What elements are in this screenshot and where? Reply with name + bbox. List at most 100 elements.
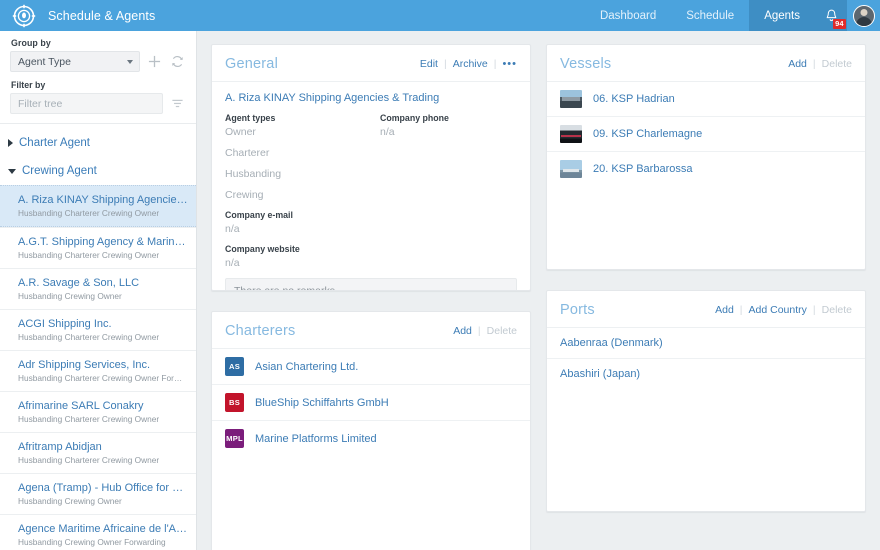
sidebar-item-agent[interactable]: A.G.T. Shipping Agency & Marine Se... Hu… (0, 227, 196, 268)
action-separator: | (443, 58, 447, 70)
card-title: General (225, 56, 278, 72)
sidebar-controls: Group by Agent Type Filter by Filter tre… (0, 31, 196, 124)
company-website-block: Company website n/a (225, 244, 517, 269)
nav-item-dashboard[interactable]: Dashboard (585, 0, 671, 31)
edit-button[interactable]: Edit (420, 58, 438, 70)
notifications-button[interactable]: 94 (815, 0, 847, 31)
list-item[interactable]: MPL Marine Platforms Limited (212, 421, 530, 456)
remarks-box[interactable]: There are no remarks. (225, 278, 517, 290)
main-nav: Dashboard Schedule Agents 94 (585, 0, 880, 31)
list-item[interactable]: BS BlueShip Schiffahrts GmbH (212, 385, 530, 421)
add-port-button[interactable]: Add (715, 304, 734, 316)
sidebar-item-agent[interactable]: Adr Shipping Services, Inc. Husbanding C… (0, 350, 196, 391)
sidebar-item-agent[interactable]: Afrimarine SARL Conakry Husbanding Chart… (0, 391, 196, 432)
delete-port-button[interactable]: Delete (822, 304, 852, 316)
list-item-roles: Husbanding Charterer Crewing Owner (18, 250, 160, 260)
vessels-card-actions: Add | Delete (788, 58, 852, 70)
charterer-initials-badge: AS (225, 357, 244, 376)
vessels-card: Vessels Add | Delete 06. KSP Hadrian 09.… (546, 44, 866, 270)
list-item[interactable]: Aabenraa (Denmark) (547, 328, 865, 359)
agent-type-value: Crewing (225, 189, 264, 201)
nav-item-schedule[interactable]: Schedule (671, 0, 749, 31)
add-charterer-button[interactable]: Add (453, 325, 472, 337)
action-separator: | (812, 304, 816, 316)
app-header: Schedule & Agents Dashboard Schedule Age… (0, 0, 880, 31)
funnel-icon[interactable] (168, 94, 186, 114)
sidebar-item-agent[interactable]: A. Riza KINAY Shipping Agencies & ... Hu… (0, 185, 196, 227)
triangle-right-icon (8, 139, 13, 147)
list-item-roles: Husbanding Crewing Owner (18, 496, 122, 506)
delete-charterer-button[interactable]: Delete (487, 325, 517, 337)
company-name[interactable]: A. Riza KINAY Shipping Agencies & Tradin… (225, 92, 517, 104)
list-item-name: Afrimarine SARL Conakry (18, 400, 144, 412)
delete-vessel-button[interactable]: Delete (822, 58, 852, 70)
tree-group-label: Crewing Agent (22, 165, 97, 177)
vessel-thumbnail-icon (560, 160, 582, 178)
list-item-roles: Husbanding Charterer Crewing Owner (18, 455, 160, 465)
vessels-list-empty-space (547, 186, 865, 269)
vessels-list: 06. KSP Hadrian 09. KSP Charlemagne 20. … (547, 82, 865, 186)
ports-list-empty-space (547, 389, 865, 511)
list-item-label: 06. KSP Hadrian (593, 93, 675, 105)
tree-group-charter-agent[interactable]: Charter Agent (0, 129, 196, 157)
charterer-initials-badge: MPL (225, 429, 244, 448)
avatar-body (855, 16, 872, 26)
refresh-icon[interactable] (168, 52, 186, 72)
company-website-value: n/a (225, 257, 240, 269)
plus-icon[interactable] (145, 52, 163, 72)
list-item-name: A.R. Savage & Son, LLC (18, 277, 140, 289)
company-phone-label: Company phone (380, 113, 449, 123)
sidebar-item-agent[interactable]: Agena (Tramp) - Hub Office for Mor... Hu… (0, 473, 196, 514)
user-avatar[interactable] (847, 0, 880, 31)
list-item[interactable]: 06. KSP Hadrian (547, 82, 865, 117)
list-item-name: A.G.T. Shipping Agency & Marine Se... (18, 236, 188, 248)
list-item[interactable]: AS Asian Chartering Ltd. (212, 349, 530, 385)
agent-types-block: Agent types Owner Charterer Husbanding C… (225, 113, 380, 210)
vessel-thumbnail-icon (560, 125, 582, 143)
list-item-label: Asian Chartering Ltd. (255, 360, 359, 373)
action-separator: | (493, 58, 497, 70)
sidebar: Group by Agent Type Filter by Filter tre… (0, 31, 197, 550)
group-by-value: Agent Type (18, 55, 71, 68)
list-item-label: BlueShip Schiffahrts GmbH (255, 396, 389, 409)
agent-type-value: Charterer (225, 147, 270, 159)
add-vessel-button[interactable]: Add (788, 58, 807, 70)
list-item[interactable]: 09. KSP Charlemagne (547, 117, 865, 152)
list-item-roles: Husbanding Crewing Owner (18, 291, 122, 301)
list-item-name: Adr Shipping Services, Inc. (18, 359, 151, 371)
list-item[interactable]: 20. KSP Barbarossa (547, 152, 865, 186)
charterers-card: Charterers Add | Delete AS Asian Charter… (211, 311, 531, 550)
agent-tree: Charter Agent Crewing Agent A. Riza KINA… (0, 124, 196, 550)
sidebar-item-agent[interactable]: Afritramp Abidjan Husbanding Charterer C… (0, 432, 196, 473)
add-country-button[interactable]: Add Country (749, 304, 807, 316)
sidebar-item-agent[interactable]: A.R. Savage & Son, LLC Husbanding Crewin… (0, 268, 196, 309)
card-title: Charterers (225, 323, 296, 339)
charterers-list-empty-space (212, 456, 530, 550)
list-item-name: Agena (Tramp) - Hub Office for Mor... (18, 482, 188, 494)
sidebar-item-agent[interactable]: ACGI Shipping Inc. Husbanding Charterer … (0, 309, 196, 350)
group-by-select[interactable]: Agent Type (10, 51, 140, 72)
list-item-label: Marine Platforms Limited (255, 432, 377, 445)
more-options-button[interactable]: ••• (502, 58, 517, 70)
ship-wheel-compass-icon[interactable] (8, 0, 39, 31)
ports-card-header: Ports Add | Add Country | Delete (547, 291, 865, 328)
sidebar-item-agent[interactable]: Agence Maritime Africaine de l'Atla... H… (0, 514, 196, 550)
filter-tree-input[interactable] (10, 93, 163, 114)
page-title: Schedule & Agents (48, 8, 156, 23)
notification-badge: 94 (832, 18, 846, 29)
list-item-name: Agence Maritime Africaine de l'Atla... (18, 523, 188, 535)
tree-group-crewing-agent[interactable]: Crewing Agent (0, 157, 196, 185)
charterer-initials-badge: BS (225, 393, 244, 412)
triangle-down-icon (8, 168, 16, 174)
general-card-body: A. Riza KINAY Shipping Agencies & Tradin… (212, 82, 530, 269)
archive-button[interactable]: Archive (453, 58, 488, 70)
ports-list: Aabenraa (Denmark) Abashiri (Japan) (547, 328, 865, 389)
list-item[interactable]: Abashiri (Japan) (547, 359, 865, 389)
list-item-label: 09. KSP Charlemagne (593, 128, 703, 140)
general-card-header: General Edit | Archive | ••• (212, 45, 530, 82)
nav-item-agents[interactable]: Agents (749, 0, 815, 31)
company-phone-block: Company phone n/a (380, 113, 517, 210)
card-title: Vessels (560, 56, 612, 72)
list-item-label: 20. KSP Barbarossa (593, 163, 693, 175)
avatar (852, 4, 875, 27)
